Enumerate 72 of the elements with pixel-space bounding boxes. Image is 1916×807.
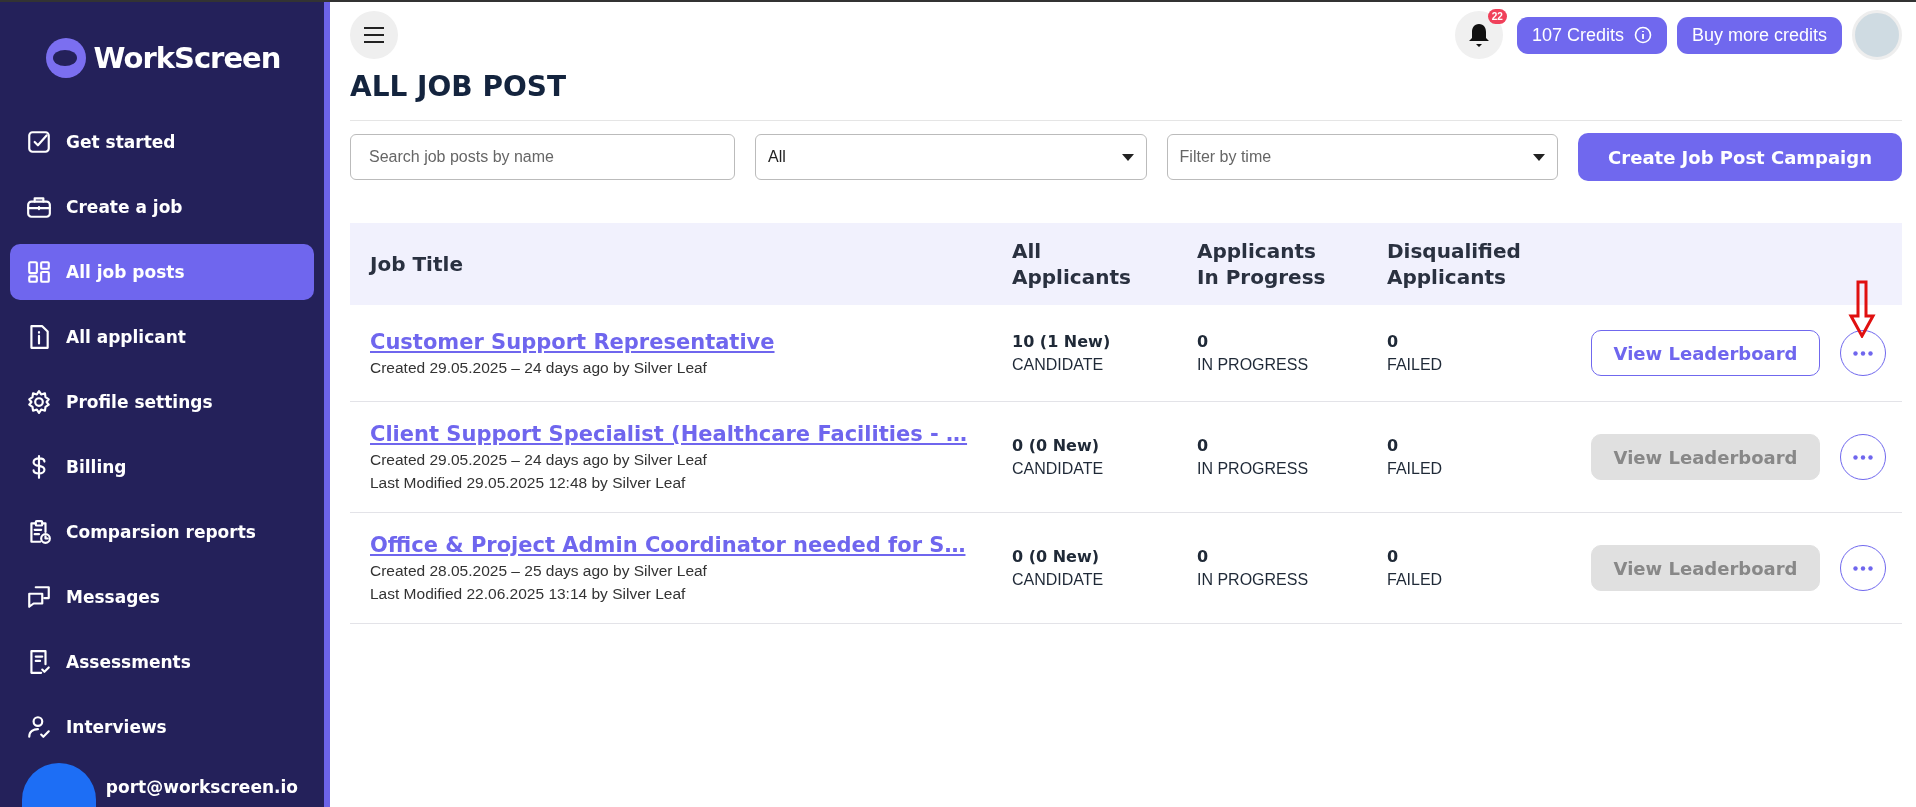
view-leaderboard-button[interactable]: View Leaderboard	[1591, 330, 1820, 376]
sidebar-item[interactable]: Profile settings	[10, 374, 314, 430]
caret-icon	[1121, 153, 1134, 161]
more-icon	[1853, 565, 1873, 571]
stat-value: 0 (0 New)	[1012, 547, 1101, 566]
checkbox-icon	[26, 129, 52, 155]
more-icon	[1853, 350, 1873, 356]
buy-credits-button[interactable]: Buy more credits	[1676, 16, 1842, 54]
stat-label: IN PROGRESS	[1197, 356, 1310, 374]
sidebar-item[interactable]: Assessments	[10, 634, 314, 690]
stat-value: 0	[1197, 547, 1210, 566]
chat-icon	[26, 584, 52, 610]
stat-value: 0	[1387, 332, 1400, 351]
status-dropdown[interactable]: All	[755, 134, 1147, 180]
settings-icon	[26, 389, 52, 415]
stat-label: CANDIDATE	[1012, 356, 1105, 374]
logo-icon	[43, 36, 88, 80]
credits-button[interactable]: 107 Credits	[1516, 16, 1667, 54]
column-header: All Applicants	[1012, 238, 1132, 290]
stat-label: CANDIDATE	[1012, 571, 1105, 589]
job-title-link[interactable]: Customer Support Representative	[370, 329, 1012, 354]
column-header: Disqualified Applicants	[1387, 238, 1522, 290]
stat-label: FAILED	[1387, 460, 1444, 478]
job-meta-text: Last Modified 22.06.2025 13:14 by Silver Leaf	[370, 585, 687, 603]
stat-value: 0	[1387, 547, 1400, 566]
sidebar-item[interactable]: All applicant	[10, 309, 314, 365]
column-header: Job Title	[370, 251, 463, 277]
more-options-button[interactable]	[1840, 545, 1886, 591]
stat-value: 10 (1 New)	[1012, 332, 1112, 351]
stat-label: IN PROGRESS	[1197, 571, 1310, 589]
column-header: Applicants In Progress	[1197, 238, 1327, 290]
stat-label: CANDIDATE	[1012, 460, 1105, 478]
sidebar-item[interactable]: Billing	[10, 439, 314, 495]
dropdown-placeholder: Filter by time	[1179, 148, 1272, 166]
stat-label: IN PROGRESS	[1197, 460, 1310, 478]
search-field[interactable]: Search job posts by name	[350, 134, 735, 180]
stat-value: 0 (0 New)	[1012, 436, 1101, 455]
sidebar-item[interactable]: Messages	[10, 569, 314, 625]
support-email[interactable]: port@workscreen.io	[105, 777, 298, 797]
page-title: ALL JOB POST	[350, 70, 1902, 121]
sidebar-item[interactable]: Comparsion reports	[10, 504, 314, 560]
create-campaign-button[interactable]: Create Job Post Campaign	[1578, 133, 1902, 181]
menu-button[interactable]	[350, 11, 398, 59]
dashboard-icon	[26, 259, 52, 285]
logo-text: WorkScreen	[93, 41, 281, 75]
job-meta-text: Last Modified 29.05.2025 12:48 by Silver Leaf	[370, 474, 687, 492]
stat-value: 0	[1387, 436, 1400, 455]
more-options-button[interactable]	[1840, 330, 1886, 376]
stat-label: FAILED	[1387, 356, 1444, 374]
sidebar-item[interactable]: Create a job	[10, 179, 314, 235]
caret-icon	[1533, 153, 1546, 161]
job-title-link[interactable]: Office & Project Admin Coordinator needed for S…	[370, 533, 1012, 557]
stat-label: FAILED	[1387, 571, 1444, 589]
stat-value: 0	[1197, 332, 1210, 351]
job-meta-text: Created 29.05.2025 – 24 days ago by Silver Leaf	[370, 358, 708, 377]
job-meta-text: Created 29.05.2025 – 24 days ago by Silver Leaf	[370, 451, 708, 469]
stat-value: 0	[1197, 436, 1210, 455]
sidebar-item[interactable]: Interviews	[10, 699, 314, 755]
time-filter-dropdown[interactable]: Filter by time	[1166, 134, 1559, 180]
briefcase-icon	[26, 194, 52, 220]
more-icon	[1853, 454, 1873, 460]
info-icon	[1633, 26, 1652, 44]
job-meta-text: Created 28.05.2025 – 25 days ago by Silver Leaf	[370, 562, 708, 580]
menu-icon	[363, 26, 385, 44]
sidebar-item[interactable]: All job posts	[10, 244, 314, 300]
job-title-link[interactable]: Client Support Specialist (Healthcare Facilities - …	[370, 422, 1012, 446]
chat-widget-button[interactable]	[21, 763, 96, 807]
person-check-icon	[26, 714, 52, 740]
dropdown-value: All	[768, 148, 786, 166]
sidebar-item[interactable]: Get started	[10, 114, 314, 170]
more-options-button[interactable]	[1840, 434, 1886, 480]
notification-badge: 22	[1487, 9, 1507, 24]
